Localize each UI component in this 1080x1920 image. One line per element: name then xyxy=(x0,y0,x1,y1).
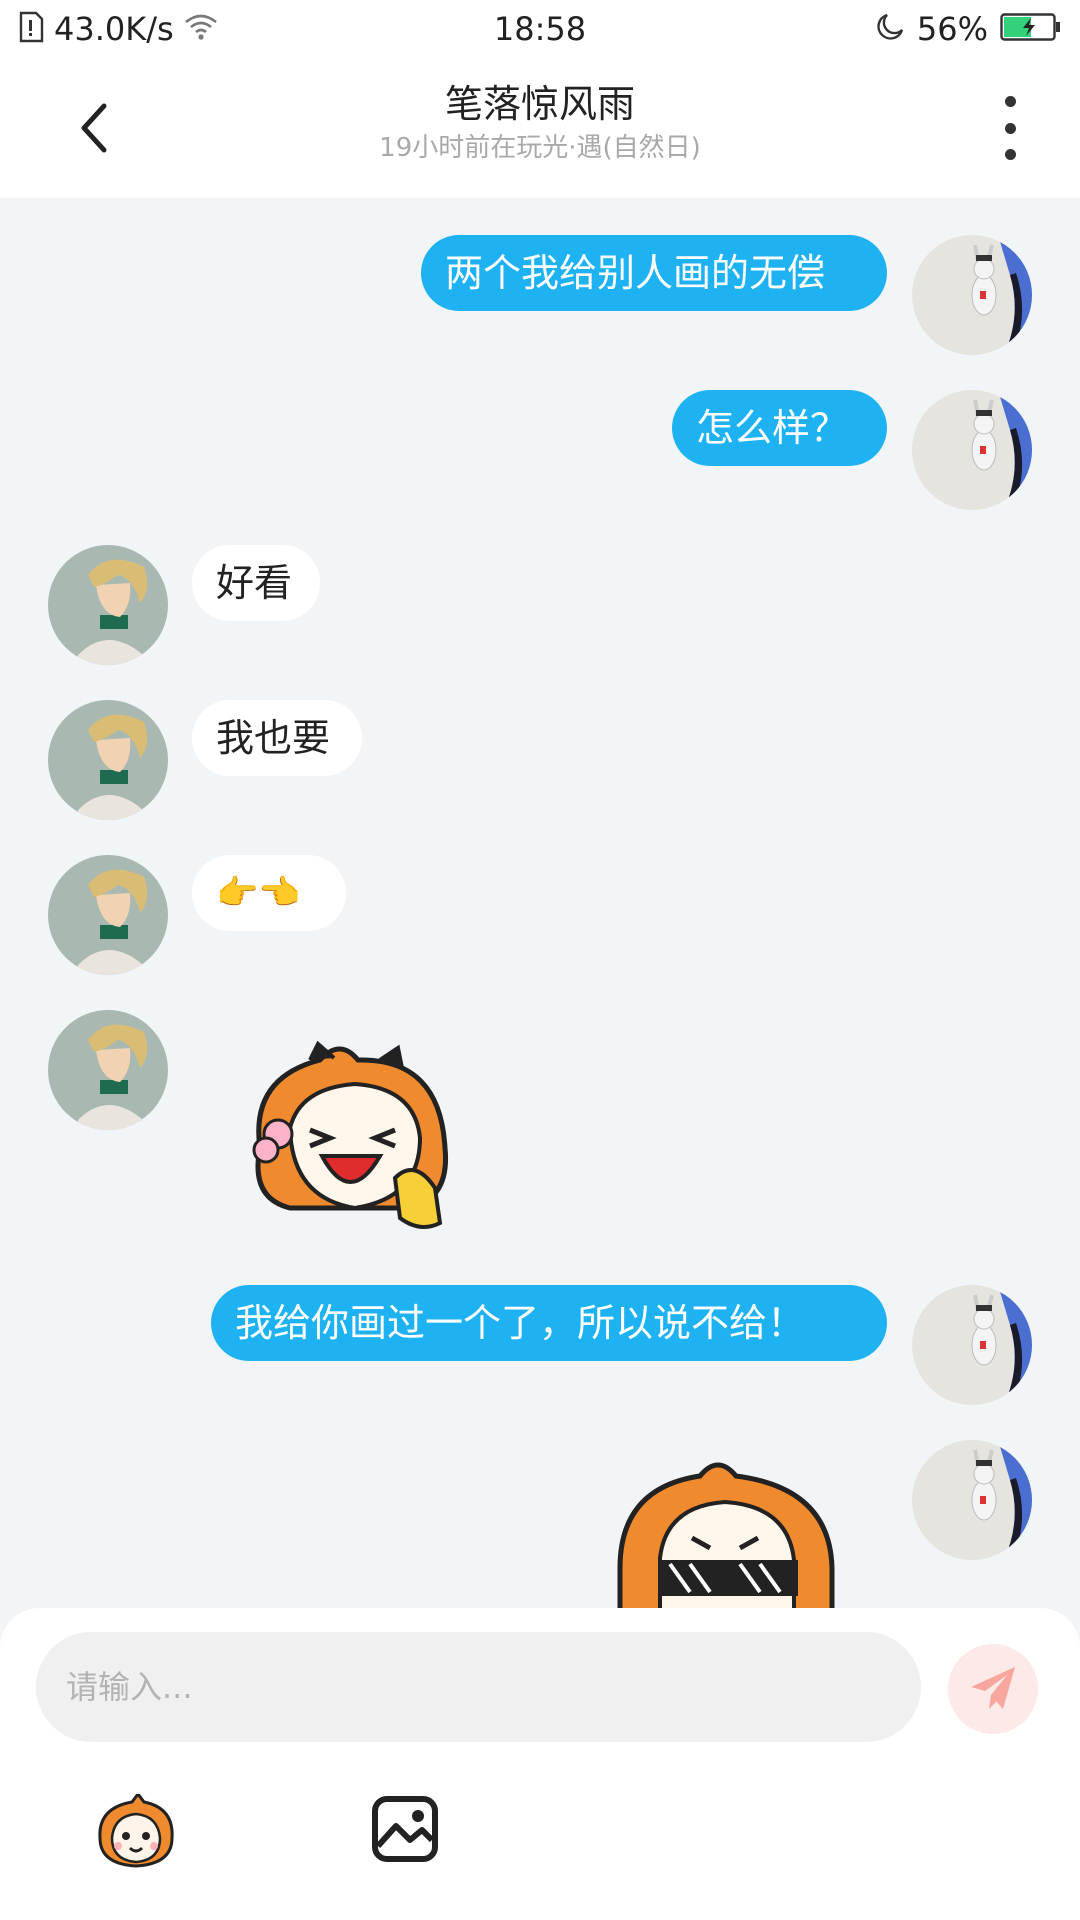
message-list[interactable]: 两个我给别人画的无偿 怎么样？ 好看 我也要 👉👈 我给你画过一个了，所以说不给… xyxy=(0,198,1080,1608)
contact-avatar[interactable] xyxy=(48,700,168,820)
battery-percent: 56% xyxy=(916,10,988,48)
send-icon xyxy=(971,1667,1015,1709)
image-button[interactable] xyxy=(370,1794,440,1864)
sticker-icon xyxy=(98,1791,174,1868)
my-avatar[interactable] xyxy=(912,1285,1032,1405)
sticker-button[interactable] xyxy=(92,1791,180,1868)
more-vertical-icon xyxy=(1004,96,1016,107)
message-bubble-outgoing[interactable]: 我给你画过一个了，所以说不给！ xyxy=(211,1285,887,1361)
image-icon xyxy=(372,1796,438,1862)
title-block: 笔落惊风雨 19小时前在玩光·遇(自然日) xyxy=(0,80,1080,166)
more-vertical-icon xyxy=(1004,122,1016,134)
message-input[interactable] xyxy=(64,1667,921,1707)
sunglasses-girl-sticker[interactable] xyxy=(600,1448,850,1608)
contact-avatar[interactable] xyxy=(48,855,168,975)
status-right: 56% xyxy=(875,10,1062,48)
my-avatar[interactable] xyxy=(912,390,1032,510)
battery-icon xyxy=(1000,12,1062,46)
message-bubble-outgoing[interactable]: 怎么样？ xyxy=(672,390,887,466)
more-vertical-icon xyxy=(1004,149,1016,160)
more-button[interactable] xyxy=(990,96,1030,160)
chat-header: 笔落惊风雨 19小时前在玩光·遇(自然日) xyxy=(0,58,1080,198)
message-bubble-incoming[interactable]: 👉👈 xyxy=(192,855,346,931)
status-bar: 43.0K/s 18:58 56% xyxy=(0,0,1080,58)
message-bubble-incoming[interactable]: 好看 xyxy=(192,545,320,621)
laughing-girl-sticker[interactable] xyxy=(230,1038,480,1238)
moon-icon xyxy=(875,12,905,46)
message-bubble-outgoing[interactable]: 两个我给别人画的无偿 xyxy=(421,235,887,311)
contact-avatar[interactable] xyxy=(48,545,168,665)
chat-screen: 43.0K/s 18:58 56% 笔落惊风雨 19小时前在玩光·遇(自然日) … xyxy=(0,0,1080,1920)
contact-avatar[interactable] xyxy=(48,1010,168,1130)
composer xyxy=(0,1608,1080,1920)
my-avatar[interactable] xyxy=(912,235,1032,355)
my-avatar[interactable] xyxy=(912,1440,1032,1560)
message-bubble-incoming[interactable]: 我也要 xyxy=(192,700,362,776)
contact-status: 19小时前在玩光·遇(自然日) xyxy=(379,133,701,163)
send-button[interactable] xyxy=(948,1644,1038,1734)
contact-name: 笔落惊风雨 xyxy=(444,82,635,126)
message-input-wrapper[interactable] xyxy=(36,1632,921,1742)
